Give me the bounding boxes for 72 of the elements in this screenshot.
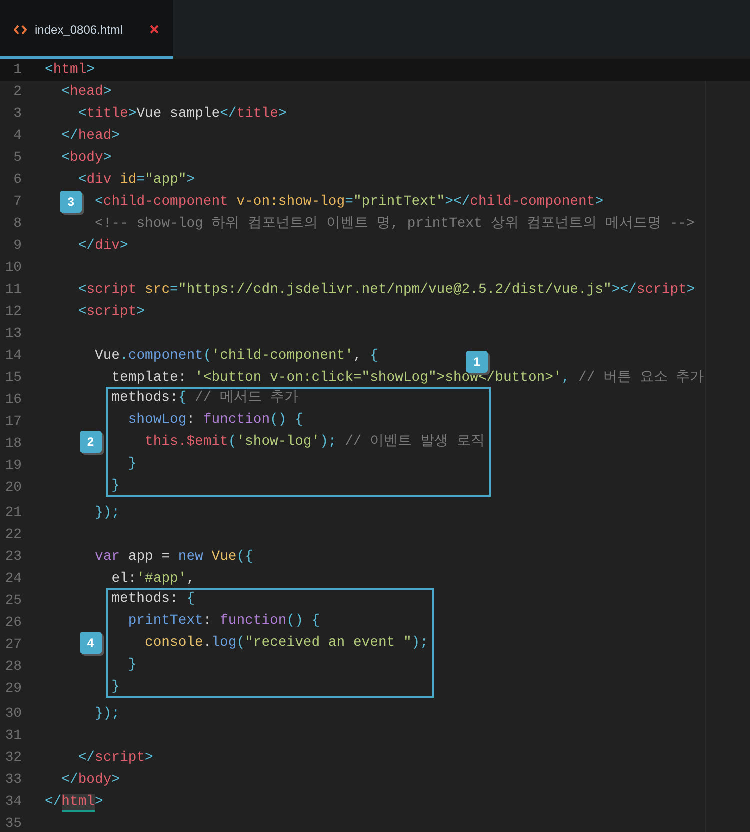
line-number: 17	[4, 413, 22, 432]
line-number: 4	[12, 127, 22, 146]
line-number: 3	[12, 105, 22, 124]
callout-badge: 3	[60, 191, 82, 213]
code-line: </div>	[78, 237, 128, 256]
code-line: <html>	[45, 61, 96, 80]
line-number: 10	[4, 259, 22, 278]
code-line: <child-component v-on:show-log="printText"></child-component>	[95, 193, 604, 212]
code-line: var app = new Vue({	[95, 548, 254, 567]
line-number: 21	[4, 504, 22, 523]
callout-badge: 1	[466, 351, 488, 373]
callout-badge: 4	[80, 632, 102, 654]
code-line: <!-- show-log 하위 컴포넌트의 이벤트 명, printText 상위 컴포넌트의 메서드명 -->	[95, 215, 695, 234]
line-number: 30	[4, 705, 22, 724]
line-number: 9	[12, 237, 22, 256]
code-line: </html>	[45, 793, 104, 813]
line-number: 26	[4, 614, 22, 633]
file-tab[interactable]: index_0806.html	[0, 0, 173, 59]
line-number: 25	[4, 592, 22, 611]
code-line: Vue.component('child-component', {	[95, 347, 378, 366]
line-number: 18	[4, 435, 22, 454]
code-line: <div id="app">	[78, 171, 196, 190]
line-number: 20	[4, 479, 22, 498]
line-number: 32	[4, 749, 22, 768]
code-line: });	[95, 705, 120, 724]
code-line: methods: {	[112, 590, 196, 609]
line-number: 34	[4, 793, 22, 812]
line-number: 19	[4, 457, 22, 476]
code-icon	[14, 24, 27, 34]
code-line: </script>	[78, 749, 154, 768]
code-line: }	[112, 477, 120, 496]
line-number: 11	[4, 281, 22, 300]
line-number: 12	[4, 303, 22, 322]
code-line: <head>	[62, 83, 112, 102]
line-number: 22	[4, 526, 22, 545]
code-line: <script>	[78, 303, 146, 322]
line-number: 16	[4, 391, 22, 410]
code-line: this.$emit('show-log'); // 이벤트 발생 로직	[145, 433, 485, 452]
code-line: }	[128, 656, 137, 675]
code-line: }	[112, 678, 120, 697]
code-line: showLog: function() {	[128, 411, 304, 430]
line-number: 13	[4, 325, 22, 344]
line-number: 8	[12, 215, 22, 234]
line-number: 1	[12, 61, 22, 80]
close-icon[interactable]	[150, 25, 159, 34]
tab-title: index_0806.html	[35, 22, 124, 36]
line-number: 23	[4, 548, 22, 567]
line-number: 33	[4, 771, 22, 790]
line-number: 35	[4, 815, 22, 832]
code-line: <script src="https://cdn.jsdelivr.net/npm/vue@2.5.2/dist/vue.js"></script>	[78, 281, 696, 300]
line-number: 31	[4, 727, 22, 746]
line-number: 28	[4, 658, 22, 677]
line-number: 7	[12, 193, 22, 212]
code-line: </head>	[62, 127, 120, 146]
code-line: methods:{ // 메서드 추가	[112, 389, 298, 408]
code-line: console.log("received an event ");	[145, 634, 428, 653]
code-line: <title>Vue sample</title>	[78, 105, 287, 124]
line-number: 5	[12, 149, 22, 168]
line-number: 24	[4, 570, 22, 589]
line-number: 6	[12, 171, 22, 190]
code-line: <body>	[62, 149, 112, 168]
line-number: 29	[4, 680, 22, 699]
code-line: </body>	[62, 771, 120, 790]
line-number: 27	[4, 636, 22, 655]
line-number: 15	[4, 369, 22, 388]
callout-badge: 2	[80, 431, 102, 453]
code-line: });	[95, 504, 120, 523]
line-number: 14	[4, 347, 22, 366]
code-line: printText: function() {	[128, 612, 320, 631]
code-line: }	[128, 455, 137, 474]
code-line: el:'#app',	[112, 570, 196, 589]
line-number: 2	[12, 83, 22, 102]
